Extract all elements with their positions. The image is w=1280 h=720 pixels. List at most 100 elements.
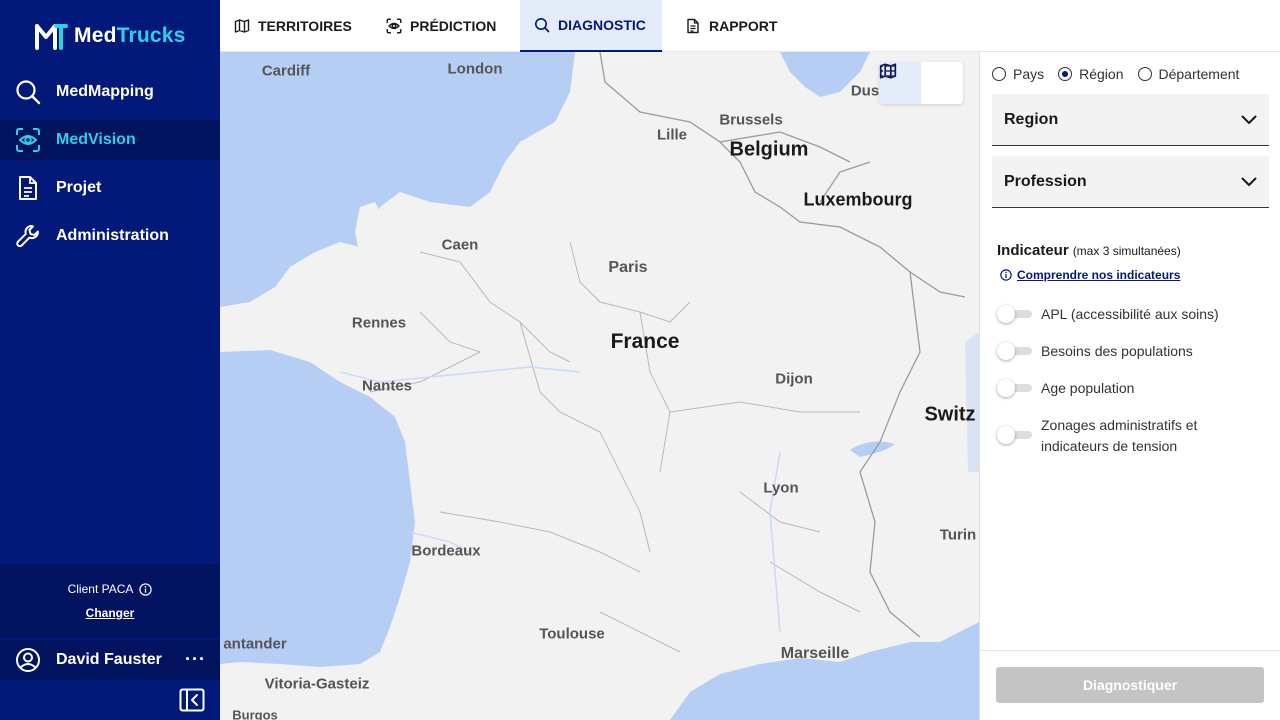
map-label-cardiff: Cardiff	[261, 62, 311, 80]
tab-diagnostic[interactable]: DIAGNOSTIC	[520, 0, 662, 52]
map-icon	[234, 19, 250, 33]
map-label-belgium: Belgium	[729, 138, 809, 161]
indicator-label: APL (accessibilité aux soins)	[1041, 306, 1219, 322]
map-label-turin: Turin	[939, 526, 977, 544]
more-options-icon[interactable]: ···	[185, 649, 206, 670]
client-label: Client PACA	[67, 582, 134, 596]
indicator-age: Age population	[997, 378, 1241, 399]
map-basemap[interactable]	[220, 52, 979, 720]
tab-prediction[interactable]: PRÉDICTION	[372, 0, 510, 52]
user-avatar-icon	[16, 648, 40, 672]
radio-pays[interactable]: Pays	[992, 66, 1044, 82]
map-label-vitoria-gasteiz: Vitoria-Gasteiz	[264, 675, 370, 693]
sidebar-item-label: MedVision	[56, 131, 136, 148]
indicator-besoins: Besoins des populations	[997, 341, 1241, 362]
sidebar-item-medmapping[interactable]: MedMapping	[0, 72, 220, 112]
user-row[interactable]: David Fauster ···	[0, 640, 220, 680]
panel-footer: Diagnostiquer	[980, 650, 1280, 720]
sidebar-item-label: Projet	[56, 179, 102, 196]
map-label-london: London	[447, 60, 503, 78]
indicator-label: Besoins des populations	[1041, 343, 1193, 359]
indicator-toggle[interactable]	[997, 341, 1032, 361]
region-select[interactable]: Region	[992, 94, 1269, 146]
indicator-zonages: Zonages administratifs et indicateurs de…	[997, 415, 1241, 457]
indicator-apl: APL (accessibilité aux soins)	[997, 304, 1241, 325]
map-label-lille: Lille	[656, 126, 688, 144]
radio-button[interactable]	[1058, 67, 1073, 81]
map-label-dus: Dus	[850, 82, 880, 100]
radio-departement[interactable]: Département	[1137, 66, 1240, 82]
profession-select[interactable]: Profession	[992, 156, 1269, 208]
indicator-label: Zonages administratifs et indicateurs de…	[1041, 417, 1198, 454]
tab-label: TERRITOIRES	[258, 18, 352, 34]
radio-region[interactable]: Région	[1058, 66, 1124, 82]
map-label-brussels: Brussels	[719, 111, 783, 129]
info-icon	[1000, 269, 1012, 281]
sidebar-item-projet[interactable]: Projet	[0, 168, 220, 208]
tab-label: PRÉDICTION	[410, 18, 497, 34]
list-icon	[880, 64, 895, 78]
region-select-value: Region	[1004, 110, 1059, 128]
map-label-lyon: Lyon	[763, 479, 799, 497]
map-label-nantes: Nantes	[361, 377, 413, 395]
client-line: Client PACA	[0, 582, 220, 596]
sidebar-item-medvision[interactable]: MedVision	[0, 120, 220, 160]
map-label-dijon: Dijon	[775, 370, 813, 388]
chevron-down-icon	[1241, 177, 1257, 186]
info-icon[interactable]	[139, 582, 153, 596]
map-label-switzerland: Switz	[924, 403, 976, 426]
medtrucks-logo[interactable]: MedTrucks	[34, 22, 186, 50]
map-label-france: France	[610, 330, 680, 353]
collapse-sidebar-icon[interactable]	[179, 688, 205, 712]
indicator-toggle[interactable]	[997, 304, 1032, 324]
logo-mark-icon	[35, 24, 68, 50]
list-view-button[interactable]	[880, 62, 963, 104]
logo-wordmark: MedTrucks	[74, 24, 186, 48]
toggle-knob	[997, 305, 1015, 323]
map-label-paris: Paris	[608, 259, 648, 276]
toggle-knob	[997, 379, 1015, 397]
indicator-title-text: Indicateur	[997, 242, 1069, 259]
indicator-toggle[interactable]	[997, 378, 1032, 398]
eye-scan-icon	[16, 128, 40, 152]
change-client-link[interactable]: Changer	[86, 606, 135, 620]
diagnostic-panel: Pays Région Département Region Professio…	[979, 52, 1280, 720]
indicator-label: Age population	[1041, 380, 1135, 396]
chevron-down-icon	[1241, 115, 1257, 124]
map-label-luxembourg: Luxembourg	[803, 189, 913, 210]
profession-select-value: Profession	[1004, 172, 1087, 190]
logo-trucks-text: Trucks	[116, 24, 186, 47]
logo-med-text: Med	[74, 24, 117, 47]
search-icon	[16, 80, 41, 105]
scope-radio-group: Pays Région Département	[992, 66, 1239, 82]
map-label-bordeaux: Bordeaux	[411, 542, 481, 560]
eye-scan-icon	[386, 18, 402, 34]
search-icon	[535, 18, 550, 33]
wrench-icon	[16, 224, 39, 248]
understand-indicators-link[interactable]: Comprendre nos indicateurs	[1000, 268, 1180, 282]
indicator-title: Indicateur (max 3 simultanées)	[997, 242, 1181, 259]
document-icon	[19, 176, 37, 200]
map-label-santander: antander	[223, 635, 287, 653]
sidebar: MedTrucks MedMapping MedVision Projet Ad…	[0, 0, 220, 720]
map-view[interactable]: Cardiff London Dus Brussels Lille Belgiu…	[220, 52, 979, 720]
map-label-toulouse: Toulouse	[539, 625, 605, 643]
diagnose-button[interactable]: Diagnostiquer	[996, 667, 1264, 703]
tab-rapport[interactable]: RAPPORT	[671, 0, 791, 52]
radio-label: Département	[1158, 66, 1240, 82]
indicator-toggle[interactable]	[997, 425, 1032, 445]
radio-label: Pays	[1013, 66, 1045, 82]
document-icon	[687, 18, 699, 34]
sidebar-item-label: Administration	[56, 227, 169, 244]
radio-label: Région	[1079, 66, 1124, 82]
tab-label: RAPPORT	[709, 18, 778, 34]
sidebar-item-administration[interactable]: Administration	[0, 216, 220, 256]
map-label-caen: Caen	[441, 236, 479, 254]
indicator-hint: (max 3 simultanées)	[1072, 244, 1181, 258]
radio-button[interactable]	[1137, 67, 1152, 81]
tab-territoires[interactable]: TERRITOIRES	[220, 0, 366, 52]
toggle-knob	[997, 342, 1015, 360]
indicator-link-text: Comprendre nos indicateurs	[1017, 268, 1181, 282]
radio-selected-dot	[1062, 71, 1069, 77]
radio-button[interactable]	[992, 67, 1006, 81]
